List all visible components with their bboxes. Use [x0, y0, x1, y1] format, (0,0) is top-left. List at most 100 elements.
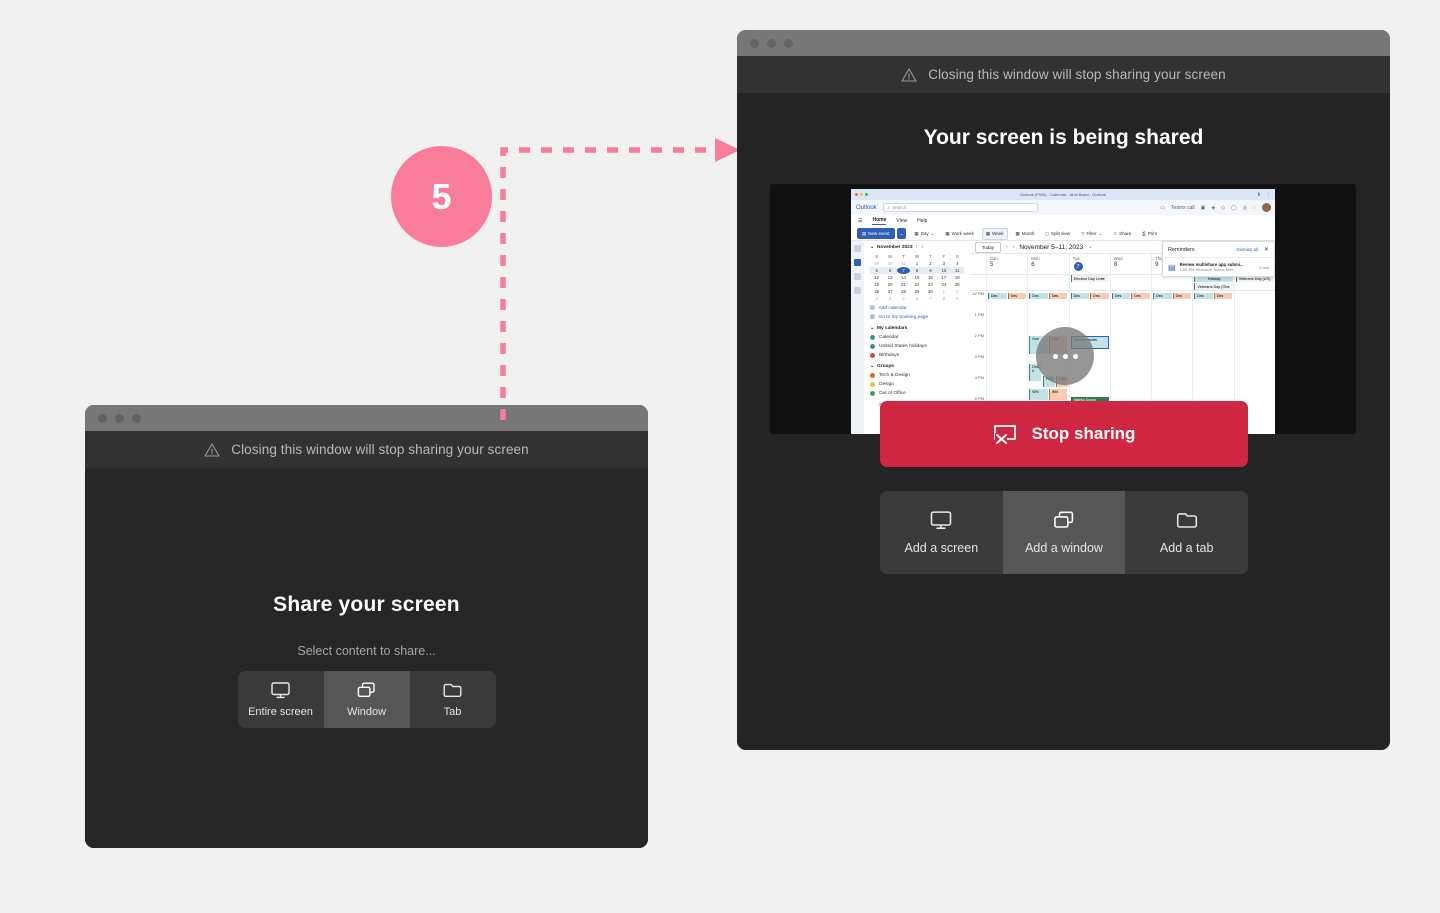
tab-home[interactable]: Home: [872, 217, 887, 225]
left-window-titlebar[interactable]: [85, 405, 648, 431]
mini-day[interactable]: 22: [910, 281, 923, 288]
window-option[interactable]: Window: [323, 671, 410, 728]
mini-day[interactable]: 20: [883, 281, 896, 288]
mini-day[interactable]: 18: [951, 274, 964, 281]
meet-now-icon[interactable]: ▣: [1201, 205, 1206, 211]
calendar-event[interactable]: Whi: [1029, 389, 1048, 400]
mini-day[interactable]: 29: [870, 260, 883, 267]
minimize-dot-icon[interactable]: [767, 38, 776, 48]
calendar-event[interactable]: Des: [1111, 293, 1131, 299]
share-icon[interactable]: ⬆: [1257, 192, 1261, 198]
bell-icon[interactable]: ◯: [1231, 205, 1237, 211]
calendar-event[interactable]: Des: [1070, 293, 1090, 299]
maximize-dot-icon[interactable]: [132, 413, 141, 423]
notes-icon[interactable]: [854, 287, 861, 294]
mini-day[interactable]: 19: [870, 281, 883, 288]
calendar-event[interactable]: Des: [1090, 293, 1109, 299]
entire-screen-option[interactable]: Entire screen: [238, 671, 324, 728]
mini-day[interactable]: 5: [897, 295, 910, 302]
mini-day[interactable]: 27: [883, 288, 896, 295]
right-window-titlebar[interactable]: [737, 30, 1390, 56]
calendar-event[interactable]: Des: [1213, 293, 1233, 299]
mini-day[interactable]: 26: [870, 288, 883, 295]
calendar-item-calendar[interactable]: Calendar: [870, 335, 964, 340]
mini-day[interactable]: 12: [870, 274, 883, 281]
teams-call-label[interactable]: Teams call: [1171, 205, 1195, 211]
day-column-mon[interactable]: Mon 6: [1027, 254, 1068, 274]
groups-header[interactable]: ⌄ Groups: [870, 364, 964, 369]
calendar-item-birthdays[interactable]: Birthdays: [870, 353, 964, 358]
attachments-icon[interactable]: [854, 273, 861, 280]
mini-calendar-grid[interactable]: S M T W T F S 29 30 31 1 2 3 4 5 6 7 8 9…: [870, 253, 964, 302]
mini-day[interactable]: 21: [897, 281, 910, 288]
group-item-design[interactable]: Design: [870, 382, 964, 387]
close-dot-icon[interactable]: [750, 38, 759, 48]
allday-tue[interactable]: Election Day Unite: [1068, 275, 1110, 290]
tab-help[interactable]: Help: [917, 218, 927, 224]
mini-day[interactable]: 11: [950, 267, 964, 274]
mini-day[interactable]: 5: [870, 267, 884, 274]
mini-day[interactable]: 4: [883, 295, 896, 302]
mail-icon[interactable]: [854, 245, 861, 252]
group-item-tech-design[interactable]: Tech & Design: [870, 373, 964, 378]
mini-day[interactable]: 23: [924, 281, 937, 288]
mini-day[interactable]: 6: [883, 267, 897, 274]
close-icon[interactable]: ✕: [1264, 246, 1269, 253]
mini-day[interactable]: 31: [897, 260, 910, 267]
mini-day[interactable]: 6: [910, 295, 923, 302]
calendar-event[interactable]: Des: [1029, 293, 1048, 299]
minimize-dot-icon[interactable]: [115, 413, 124, 423]
today-button[interactable]: Today: [975, 241, 1002, 253]
mini-day[interactable]: 9: [951, 295, 964, 302]
mini-day[interactable]: 2: [951, 288, 964, 295]
avatar[interactable]: [1262, 203, 1271, 212]
mini-day[interactable]: 25: [951, 281, 964, 288]
mini-day[interactable]: 3: [937, 260, 950, 267]
mini-day[interactable]: 14: [897, 274, 910, 281]
close-dot-icon[interactable]: [98, 413, 107, 423]
calendar-event[interactable]: Des: [1048, 293, 1068, 299]
ribbon-print[interactable]: ⎙ Print: [1139, 229, 1160, 238]
calendar-event[interactable]: Whi: [1048, 389, 1068, 400]
mini-day[interactable]: 28: [897, 288, 910, 295]
mini-day-today[interactable]: 7: [896, 267, 911, 274]
mini-day[interactable]: 17: [937, 274, 950, 281]
add-a-window-button[interactable]: Add a window: [1002, 491, 1126, 574]
maximize-dot-icon[interactable]: [784, 38, 793, 48]
teams-call-icon[interactable]: ▭: [1160, 205, 1165, 211]
mini-day[interactable]: 1: [937, 288, 950, 295]
overflow-menu-icon[interactable]: ⋮: [1266, 192, 1271, 198]
mini-day[interactable]: 15: [910, 274, 923, 281]
calendar-item-us-holidays[interactable]: United States holidays: [870, 344, 964, 349]
mini-day[interactable]: 9: [923, 267, 938, 274]
ribbon-month[interactable]: ▦ Month: [1013, 229, 1038, 239]
calendar-event[interactable]: Des: [988, 293, 1007, 299]
add-a-screen-button[interactable]: Add a screen: [880, 491, 1003, 574]
mini-day[interactable]: 24: [937, 281, 950, 288]
group-item-out-of-office[interactable]: Out of Office: [870, 391, 964, 396]
allday-sun[interactable]: [986, 275, 1027, 290]
mini-day[interactable]: 30: [883, 260, 896, 267]
next-week-icon[interactable]: ›: [1013, 244, 1015, 250]
shared-screen-preview[interactable]: Outlook (PWA) - Calendar - Abhi Bassi - …: [770, 184, 1356, 434]
calendar-event[interactable]: Des: [1131, 293, 1150, 299]
ribbon-share[interactable]: ⇪ Share: [1110, 229, 1134, 239]
mini-day[interactable]: 4: [951, 260, 964, 267]
reminder-item[interactable]: ▤ Review multishare app submi... 1:00 PM…: [1163, 257, 1274, 276]
mini-day[interactable]: 30: [924, 288, 937, 295]
help-icon[interactable]: ◌: [1253, 205, 1256, 211]
mini-day[interactable]: 7: [924, 295, 937, 302]
calendar-event[interactable]: Des: [1194, 293, 1213, 299]
booking-page-link[interactable]: ▥ Go to my booking page: [870, 315, 964, 320]
mini-day[interactable]: 2: [924, 260, 937, 267]
allday-thu[interactable]: [1151, 275, 1192, 290]
allday-event[interactable]: Veterans Day (Obs: [1194, 283, 1233, 290]
mini-day[interactable]: 1: [910, 260, 923, 267]
prev-month-icon[interactable]: ↑: [916, 245, 918, 250]
chevron-down-icon[interactable]: ⌄: [1088, 244, 1092, 250]
stop-sharing-button[interactable]: Stop sharing: [880, 401, 1248, 467]
allday-event[interactable]: Election Day Unite: [1070, 275, 1109, 282]
ribbon-work-week[interactable]: ▦ Work week: [942, 229, 976, 239]
calendar-event[interactable]: Des: [1153, 293, 1172, 299]
gear-icon[interactable]: ◎: [1243, 205, 1247, 211]
